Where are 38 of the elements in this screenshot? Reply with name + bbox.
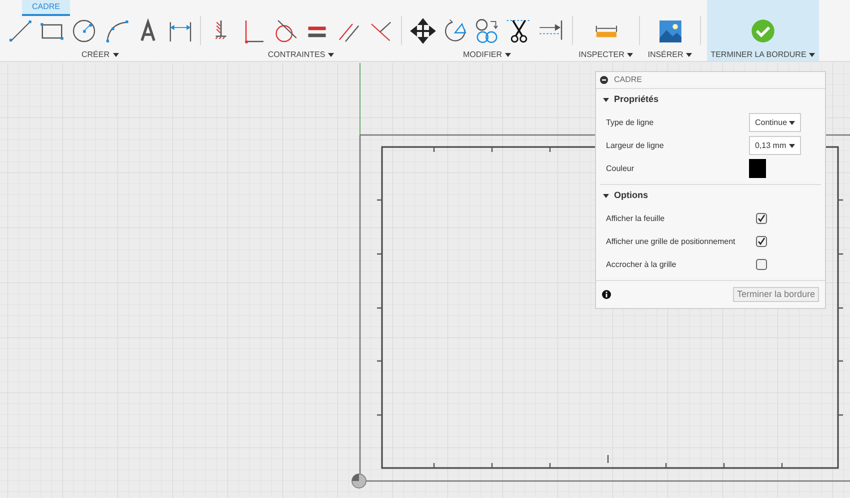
checkbox[interactable]	[756, 259, 767, 270]
collapse-icon[interactable]	[600, 76, 608, 84]
caret-icon	[789, 144, 795, 148]
field-label: Couleur	[606, 162, 634, 174]
group-menu-button[interactable]: TERMINER LA BORDURE	[710, 49, 816, 61]
group-menu-button[interactable]: MODIFIER	[462, 49, 512, 61]
checkmark-icon[interactable]	[749, 17, 777, 45]
caret-icon	[686, 53, 692, 57]
caret-icon	[789, 120, 795, 124]
checkbox[interactable]	[756, 213, 767, 224]
field-label: Accrocher à la grille	[606, 258, 678, 270]
dropdown[interactable]: 0,13 mm	[749, 136, 801, 155]
caret-icon	[112, 53, 118, 57]
section-header[interactable]: Propriétés	[600, 89, 659, 111]
dropdown[interactable]: Continue	[749, 113, 801, 132]
finish-border-button[interactable]: Terminer la bordure	[732, 287, 819, 302]
panel-title: CADRE	[614, 74, 642, 86]
field-label: Largeur de ligne	[606, 140, 664, 152]
caret-icon	[627, 53, 634, 57]
caret-icon	[505, 53, 512, 57]
move-icon[interactable]	[409, 17, 437, 45]
color-swatch[interactable]	[749, 159, 766, 178]
group-menu-button[interactable]: INSÉRER	[648, 49, 692, 61]
field-label: Afficher une grille de positionnement	[606, 236, 736, 248]
section-header[interactable]: Options	[600, 185, 648, 207]
info-icon[interactable]	[602, 290, 611, 299]
group-menu-button[interactable]: CRÉER	[81, 49, 118, 61]
origin-icon	[352, 474, 366, 488]
circle-icon[interactable]	[70, 17, 98, 45]
group-menu-button[interactable]: CONTRAINTES	[268, 49, 334, 61]
field-label: Type de ligne	[606, 116, 654, 128]
checkbox[interactable]	[756, 236, 767, 247]
triangle-icon	[603, 97, 609, 103]
caret-icon	[328, 53, 334, 57]
caret-icon	[809, 53, 816, 57]
group-menu-button[interactable]: INSPECTER	[578, 49, 634, 61]
field-label: Afficher la feuille	[606, 212, 666, 224]
triangle-icon	[603, 193, 609, 199]
